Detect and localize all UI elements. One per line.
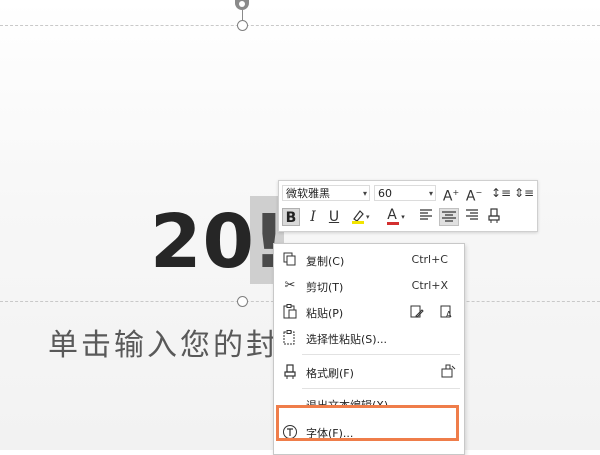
paste-icon: [282, 304, 298, 320]
format-painter-icon: [282, 364, 298, 380]
resize-handle-top[interactable]: [237, 20, 248, 31]
top-placeholder-border: [0, 25, 600, 26]
slide-title-text[interactable]: 20: [150, 205, 255, 279]
svg-text:▾: ▾: [366, 213, 370, 221]
bold-button[interactable]: B: [282, 208, 300, 226]
font-size-select[interactable]: 60 ▾: [374, 185, 436, 201]
align-right-icon[interactable]: [463, 208, 481, 226]
font-name-value: 微软雅黑: [286, 187, 330, 200]
menu-separator: [302, 388, 460, 389]
align-center-icon[interactable]: [439, 208, 459, 226]
line-spacing-icon[interactable]: ↕≡: [491, 184, 511, 202]
menu-item-paste-special[interactable]: 选择性粘贴(S)...: [274, 326, 464, 350]
font-name-select[interactable]: 微软雅黑 ▾: [282, 185, 370, 201]
copy-icon: [282, 252, 298, 268]
chevron-down-icon: ▾: [428, 189, 433, 198]
underline-button[interactable]: U: [326, 208, 342, 226]
menu-item-paste[interactable]: 粘贴(P) A: [274, 300, 464, 324]
paste-text-only-icon[interactable]: A: [440, 304, 454, 323]
font-color-icon[interactable]: A ▾: [384, 206, 408, 225]
shrink-font-icon[interactable]: A−: [465, 184, 483, 205]
chevron-down-icon: ▾: [362, 189, 367, 198]
svg-text:A: A: [446, 310, 452, 319]
menu-item-cut[interactable]: ✂ 剪切(T) Ctrl+X: [274, 274, 464, 298]
menu-separator: [302, 354, 460, 355]
font-item-highlight-box: [276, 405, 459, 441]
paste-special-icon: [282, 330, 298, 346]
italic-button[interactable]: I: [305, 208, 321, 226]
menu-item-label: 复制(C): [306, 255, 345, 268]
format-painter-extra-icon[interactable]: [440, 364, 456, 383]
menu-item-label: 粘贴(P): [306, 307, 344, 320]
menu-item-copy[interactable]: 复制(C) Ctrl+C: [274, 248, 464, 272]
font-color-swatch: [387, 222, 399, 225]
font-size-value: 60: [378, 187, 392, 200]
menu-item-label: 格式刷(F): [306, 367, 354, 380]
grow-font-icon[interactable]: A+: [442, 184, 460, 205]
paragraph-spacing-icon[interactable]: ⇕≡: [514, 184, 534, 202]
mini-format-toolbar: 微软雅黑 ▾ 60 ▾ A+ A− ↕≡ ⇕≡ B I U ▾ A ▾: [278, 180, 538, 232]
font-color-label: A: [387, 207, 397, 223]
resize-handle-bottom[interactable]: [237, 296, 248, 307]
menu-item-label: 剪切(T): [306, 281, 344, 294]
menu-item-shortcut: Ctrl+X: [411, 279, 448, 292]
align-left-icon[interactable]: [417, 208, 435, 226]
menu-item-format-painter[interactable]: 格式刷(F): [274, 360, 464, 384]
paste-keep-format-icon[interactable]: [410, 304, 424, 323]
chevron-down-icon: ▾: [401, 213, 405, 221]
rotate-handle-icon[interactable]: [235, 0, 249, 10]
slide-subtitle-text[interactable]: 单击输入您的封: [48, 320, 278, 364]
cut-icon: ✂: [284, 278, 296, 293]
format-painter-icon[interactable]: [485, 208, 503, 226]
menu-item-shortcut: Ctrl+C: [411, 253, 448, 266]
highlight-icon[interactable]: ▾: [349, 207, 373, 225]
menu-item-label: 选择性粘贴(S)...: [306, 333, 388, 346]
